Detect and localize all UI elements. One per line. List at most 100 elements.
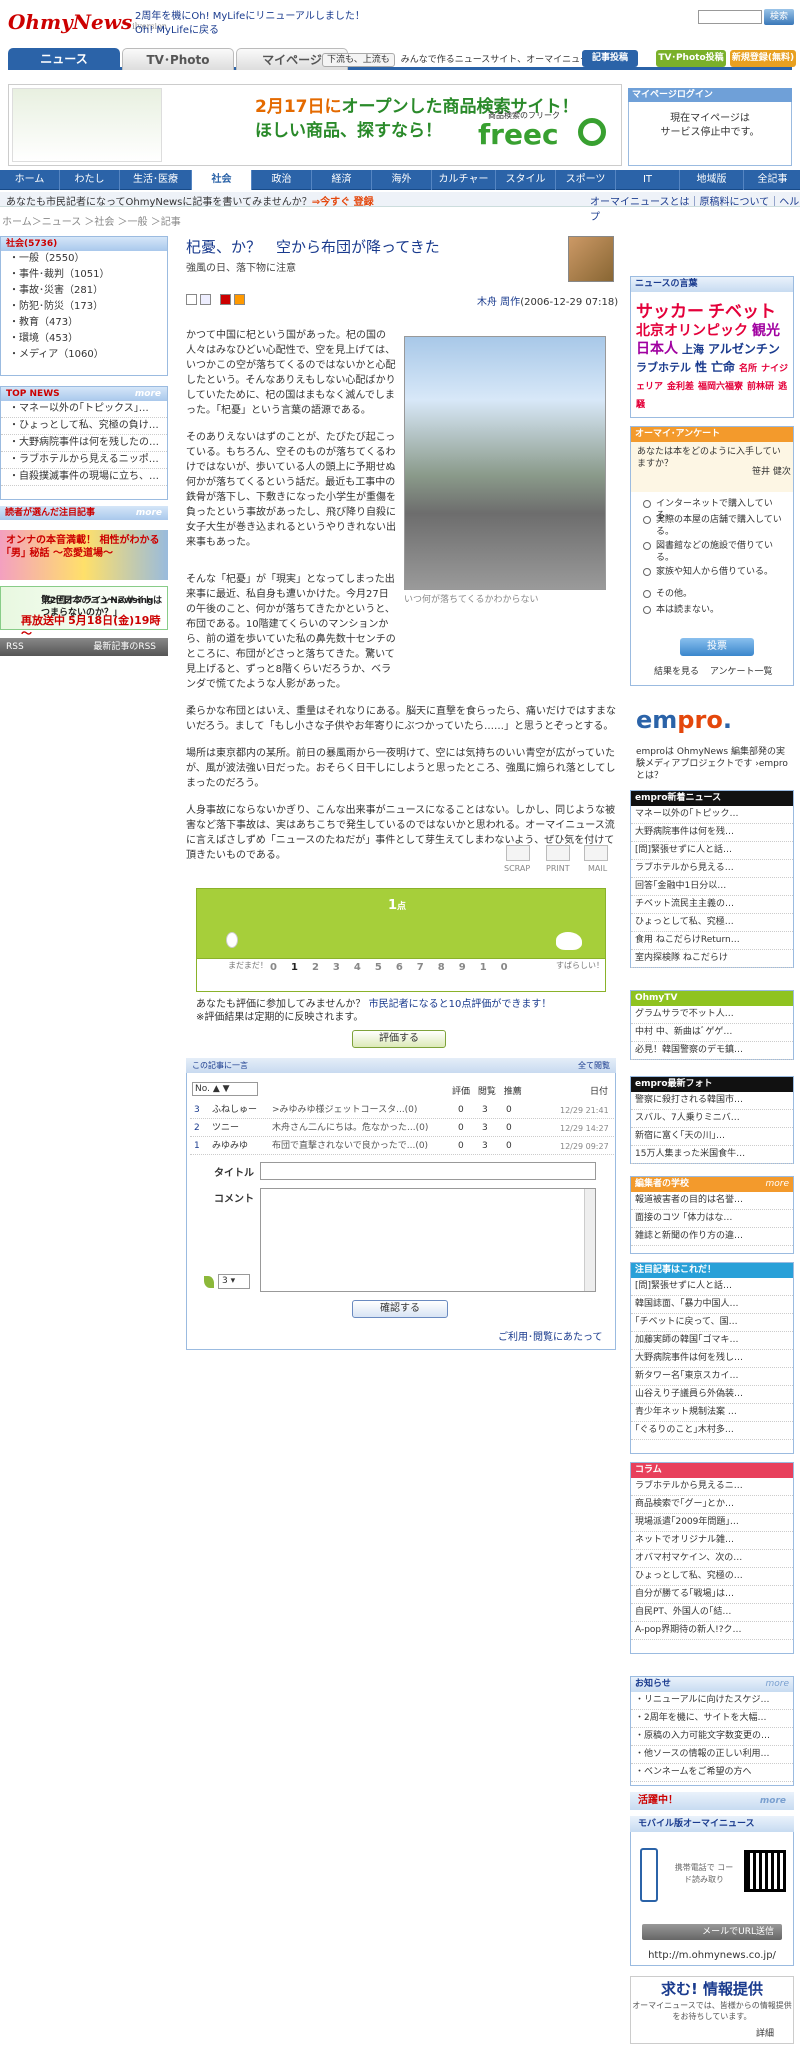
- help-links[interactable]: オーマイニュースとは｜原稿料について｜ヘルプ: [590, 193, 800, 223]
- empro-news-item[interactable]: 室内探検隊 ねこだらけ: [631, 950, 793, 968]
- newsing-banner[interactable]: ｢なぜ日本のニュースサイトはつまらないのか？｣ 第2回オフラインNewsing 再放…: [0, 586, 168, 640]
- column-item[interactable]: オバマ村マケイン、次の…: [631, 1550, 793, 1568]
- survey-radio[interactable]: [643, 542, 651, 550]
- pickup-item[interactable]: 大野病院事件は何を残し…: [631, 1350, 793, 1368]
- keyword[interactable]: 前林研: [747, 382, 774, 392]
- nav-item[interactable]: 地域版: [680, 170, 744, 190]
- empro-news-item[interactable]: ラブホテルから見える…: [631, 860, 793, 878]
- confirm-button[interactable]: 確認する: [352, 1300, 448, 1318]
- empro-news-item[interactable]: マネー以外の｢トピック…: [631, 806, 793, 824]
- comment-row[interactable]: 3 ふねしゅー >みゆみゆ様ジェットコースタ...(0) 0 3 0 12/29 21:41: [190, 1102, 614, 1119]
- textarea-scrollbar[interactable]: [584, 1189, 595, 1291]
- info-item[interactable]: ・2周年を機に、サイトを大幅…: [631, 1710, 793, 1728]
- tab-tv-photo[interactable]: TV･Photo: [122, 48, 234, 70]
- empro-news-item[interactable]: 大野病院事件は何を残…: [631, 824, 793, 842]
- keyword[interactable]: 観光: [752, 323, 780, 339]
- register-button[interactable]: 新規登録(無料): [730, 50, 796, 67]
- comment-author[interactable]: ふねしゅー: [212, 1102, 257, 1119]
- pickup-item[interactable]: 新タワー名｢東京スカイ…: [631, 1368, 793, 1386]
- rate-button[interactable]: 評価する: [352, 1030, 446, 1048]
- category-item[interactable]: ・教育（473）: [1, 315, 167, 331]
- school-item[interactable]: 報道被害者の目的は名誉…: [631, 1192, 793, 1210]
- school-item[interactable]: 雑誌と新聞の作り方の違…: [631, 1228, 793, 1246]
- category-item[interactable]: ・事件･裁判（1051）: [1, 267, 167, 283]
- info-item[interactable]: ・原稿の入力可能文字数変更の…: [631, 1728, 793, 1746]
- category-item[interactable]: ・メディア（1060）: [1, 347, 167, 363]
- nav-item[interactable]: スポーツ: [556, 170, 616, 190]
- photo-item[interactable]: 15万人集まった米国食牛…: [631, 1146, 793, 1164]
- vote-button[interactable]: 投票: [680, 638, 754, 656]
- register-now-link[interactable]: ⇒今すぐ 登録: [312, 197, 374, 208]
- pickup-item[interactable]: 青少年ネット規制法案 …: [631, 1404, 793, 1422]
- category-item[interactable]: ・防犯･防災（173）: [1, 299, 167, 315]
- pickup-item[interactable]: [問]緊張せずに人と話…: [631, 1278, 793, 1296]
- category-item[interactable]: ・一般（2550）: [1, 251, 167, 267]
- comment-text[interactable]: >みゆみゆ様ジェットコースタ...(0): [272, 1102, 417, 1119]
- check-icon[interactable]: [234, 294, 245, 305]
- search-input[interactable]: [698, 10, 762, 24]
- column-item[interactable]: ネットでオリジナル雑…: [631, 1532, 793, 1550]
- keyword[interactable]: ラブホテル: [636, 361, 691, 374]
- rating-tick[interactable]: 9: [459, 962, 480, 973]
- comment-row[interactable]: 2 ツニー 木舟さん二んにちは。危なかった...(0) 0 3 0 12/29 14:27: [190, 1120, 614, 1137]
- comment-author[interactable]: ツニー: [212, 1120, 239, 1137]
- pickup-item[interactable]: 山谷えり子議員ら外偽装…: [631, 1386, 793, 1404]
- rating-tick[interactable]: 3: [333, 962, 354, 973]
- school-item[interactable]: 面接のコツ ｢体力はな…: [631, 1210, 793, 1228]
- rating-scale[interactable]: 012345678910: [270, 962, 522, 973]
- pickup-item[interactable]: ｢チベットに戻って、国…: [631, 1314, 793, 1332]
- survey-links[interactable]: 結果を見る アンケート一覧: [654, 664, 773, 677]
- nav-item[interactable]: 生活･医療: [120, 170, 192, 190]
- column-item[interactable]: 現場派遣｢2009年問題｣…: [631, 1514, 793, 1532]
- mobile-url[interactable]: http://m.ohmynews.co.jp/: [630, 1950, 794, 1961]
- category-item[interactable]: ・事故･災害（281）: [1, 283, 167, 299]
- pickup-item[interactable]: ｢ぐるりのこと｣木村多…: [631, 1422, 793, 1440]
- nav-item[interactable]: ホーム: [0, 170, 60, 190]
- column-item[interactable]: 商品検索で｢グー｣とか…: [631, 1496, 793, 1514]
- survey-radio[interactable]: [643, 590, 651, 598]
- terms-link[interactable]: ご利用･閲覧にあたって: [498, 1328, 603, 1343]
- photo-item[interactable]: 警察に殺打される韓国市…: [631, 1092, 793, 1110]
- nav-item[interactable]: 社会: [192, 170, 252, 190]
- empro-news-item[interactable]: [問]緊張せずに人と話…: [631, 842, 793, 860]
- nav-item[interactable]: 全記事: [744, 170, 800, 190]
- nav-item[interactable]: カルチャー: [432, 170, 496, 190]
- post-tvphoto-button[interactable]: TV･Photo投稿: [656, 50, 726, 67]
- column-item[interactable]: 自民PT、外国人の｢結…: [631, 1604, 793, 1622]
- survey-radio[interactable]: [643, 606, 651, 614]
- citizen-link[interactable]: 市民記者になると10点評価ができます！: [369, 999, 552, 1010]
- tab-news[interactable]: ニュース: [8, 48, 120, 70]
- photo-item[interactable]: 新宿に富く｢天の川｣…: [631, 1128, 793, 1146]
- rating-tick[interactable]: 1: [291, 962, 312, 973]
- category-item[interactable]: ・環境（453）: [1, 331, 167, 347]
- rating-tick[interactable]: 7: [417, 962, 438, 973]
- rating-tick[interactable]: 5: [375, 962, 396, 973]
- mail-icon[interactable]: [584, 845, 608, 861]
- promo-banner[interactable]: オンナの本音満載！ 相性がわかる｢男｣ 秘話 ～恋愛道場～: [0, 530, 168, 580]
- tip-details-link[interactable]: 詳細: [756, 2026, 774, 2039]
- comment-text[interactable]: 布団で直撃されないで良かったで...(0): [272, 1138, 428, 1155]
- mail-url-button[interactable]: メールでURL送信: [642, 1924, 782, 1940]
- rating-tick[interactable]: 4: [354, 962, 375, 973]
- sort-select[interactable]: No. ▲ ▼: [192, 1082, 258, 1096]
- survey-radio[interactable]: [643, 568, 651, 576]
- keyword[interactable]: チベット: [708, 302, 776, 322]
- column-item[interactable]: ラブホテルから見えるニ…: [631, 1478, 793, 1496]
- rss-link[interactable]: RSS 最新記事のRSS: [0, 638, 168, 656]
- empro-news-item[interactable]: ひょっとして私、究極…: [631, 914, 793, 932]
- keyword[interactable]: 上海: [682, 343, 704, 356]
- survey-radio[interactable]: [643, 516, 651, 524]
- topnews-item[interactable]: ・大野病院事件は何を残したの…: [1, 435, 167, 452]
- ohmytv-item[interactable]: グラムサラで不ット人…: [631, 1006, 793, 1024]
- column-item[interactable]: 自分が勝てる｢戦場｣は…: [631, 1586, 793, 1604]
- bookmark-icon[interactable]: [200, 294, 211, 305]
- nav-item[interactable]: スタイル: [496, 170, 556, 190]
- comment-author[interactable]: みゆみゆ: [212, 1138, 248, 1155]
- post-article-button[interactable]: 記事投稿: [582, 50, 638, 67]
- comment-title-input[interactable]: [260, 1162, 596, 1180]
- renewal-notice[interactable]: 2周年を機にOh! MyLifeにリニューアルしました！ Oh! MyLifeに戻…: [135, 10, 365, 38]
- topnews-item[interactable]: ・ラブホテルから見えるニッポ…: [1, 452, 167, 469]
- nav-item[interactable]: IT: [616, 170, 680, 190]
- comment-rating-select[interactable]: 3 ▾: [218, 1274, 250, 1289]
- view-all-link[interactable]: 全て閲覧: [578, 1058, 610, 1073]
